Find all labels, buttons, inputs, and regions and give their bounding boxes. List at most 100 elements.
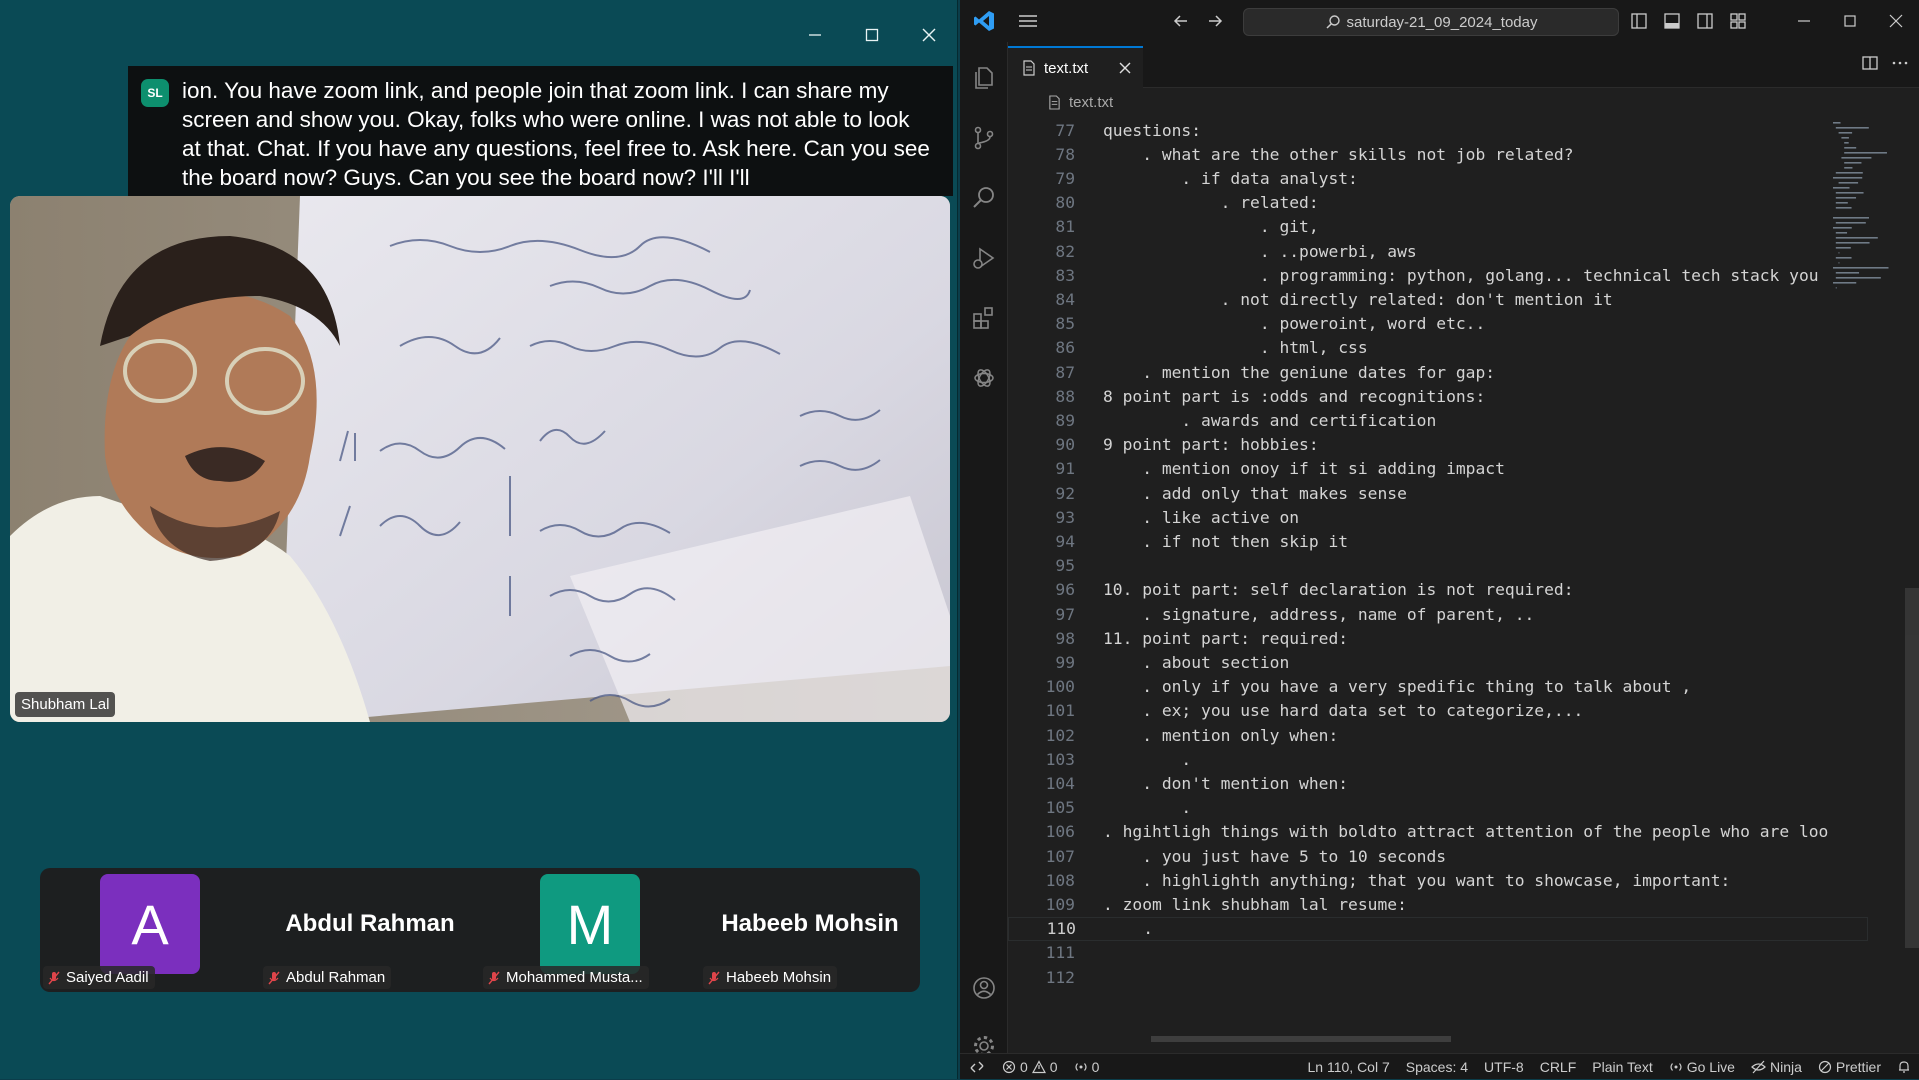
more-actions-button[interactable] <box>1891 54 1909 77</box>
editor-line[interactable]: 89 . awards and certification <box>1008 408 1868 432</box>
editor-line[interactable]: 100 . only if you have a very spedific t… <box>1008 675 1868 699</box>
accounts-button[interactable] <box>960 964 1008 1012</box>
line-number: 87 <box>1055 362 1075 382</box>
editor-line[interactable]: 84 . not directly related: don't mention… <box>1008 287 1868 311</box>
toggle-panel-button[interactable] <box>1658 8 1685 34</box>
tab-label: text.txt <box>1044 59 1089 77</box>
split-editor-button[interactable] <box>1861 54 1879 77</box>
editor-line[interactable]: 99 . about section <box>1008 650 1868 674</box>
command-center-search[interactable]: saturday-21_09_2024_today <box>1243 8 1619 36</box>
chatgpt-extension-button[interactable] <box>960 354 1008 402</box>
editor-line[interactable]: 98 11. point part: required: <box>1008 626 1868 650</box>
editor-line[interactable]: 108 . highlighth anything; that you want… <box>1008 868 1868 892</box>
vscode-close-button[interactable] <box>1873 0 1919 42</box>
prettier-button[interactable]: Prettier <box>1810 1059 1889 1075</box>
customize-layout-button[interactable] <box>1724 8 1751 34</box>
editor-line[interactable]: 87 . mention the geniune dates for gap: <box>1008 360 1868 384</box>
editor-line[interactable]: 78 . what are the other skills not job r… <box>1008 142 1868 166</box>
editor-line[interactable]: 95 <box>1008 554 1868 578</box>
participant-tile[interactable]: A Saiyed Aadil <box>40 868 260 992</box>
editor-line[interactable]: 88 8 point part is :odds and recognitions… <box>1008 384 1868 408</box>
maximize-button[interactable] <box>843 0 900 70</box>
editor-line[interactable]: 107 . you just have 5 to 10 seconds <box>1008 844 1868 868</box>
problems-indicator[interactable]: 0 0 <box>994 1059 1066 1075</box>
ports-indicator[interactable]: 0 <box>1066 1059 1108 1075</box>
caption-speaker-avatar: SL <box>141 79 169 107</box>
editor-line[interactable]: 96 10. poit part: self declaration is not… <box>1008 578 1868 602</box>
toggle-primary-sidebar-button[interactable] <box>1625 8 1652 34</box>
line-number: 112 <box>1045 967 1075 987</box>
notifications-button[interactable] <box>1889 1060 1919 1074</box>
line-text: . ..powerbi, aws <box>1103 241 1417 261</box>
line-number: 103 <box>1045 749 1075 769</box>
breadcrumb[interactable]: text.txt <box>1048 91 1113 113</box>
toggle-secondary-sidebar-button[interactable] <box>1691 8 1718 34</box>
editor-line[interactable]: 106 . hgihtligh things with boldto attrac… <box>1008 820 1868 844</box>
editor-line[interactable]: 83 . programming: python, golang... tech… <box>1008 263 1868 287</box>
vertical-scrollbar[interactable] <box>1905 588 1919 948</box>
mic-muted-icon <box>488 971 500 984</box>
vscode-minimize-button[interactable] <box>1781 0 1827 42</box>
editor-line[interactable]: 101 . ex; you use hard data set to categ… <box>1008 699 1868 723</box>
run-debug-button[interactable] <box>960 234 1008 282</box>
ninja-button[interactable]: Ninja <box>1743 1059 1810 1075</box>
minimap-line <box>1835 237 1878 239</box>
editor-line[interactable]: 104 . don't mention when: <box>1008 771 1868 795</box>
close-button[interactable] <box>900 0 957 70</box>
remote-indicator[interactable] <box>960 1054 994 1080</box>
participant-name: Habeeb Mohsin <box>726 969 832 986</box>
indentation[interactable]: Spaces: 4 <box>1398 1059 1476 1075</box>
participant-tile[interactable]: Abdul Rahman Abdul Rahman <box>260 868 480 992</box>
editor-line[interactable]: 97 . signature, address, name of parent,… <box>1008 602 1868 626</box>
end-of-line[interactable]: CRLF <box>1532 1059 1585 1075</box>
language-mode[interactable]: Plain Text <box>1584 1059 1660 1075</box>
cursor-position[interactable]: Ln 110, Col 7 <box>1300 1059 1398 1075</box>
minimap-line <box>1835 202 1848 204</box>
editor-line[interactable]: 79 . if data analyst: <box>1008 166 1868 190</box>
back-button[interactable] <box>1168 8 1194 34</box>
active-speaker-video[interactable]: Shubham Lal <box>10 196 950 722</box>
go-live-button[interactable]: Go Live <box>1661 1059 1743 1075</box>
editor-line[interactable]: 81 . git, <box>1008 215 1868 239</box>
editor-line[interactable]: 102 . mention only when: <box>1008 723 1868 747</box>
editor-line[interactable]: 85 . poweroint, word etc.. <box>1008 312 1868 336</box>
minimize-icon <box>1798 20 1810 22</box>
editor-line[interactable]: 80 . related: <box>1008 191 1868 215</box>
tab-close-button[interactable] <box>1117 60 1133 76</box>
editor-line[interactable]: 77 questions: <box>1008 118 1868 142</box>
extensions-button[interactable] <box>960 294 1008 342</box>
editor-line[interactable]: 94 . if not then skip it <box>1008 529 1868 553</box>
participant-display-name: Abdul Rahman <box>285 910 455 937</box>
editor-line[interactable]: 86 . html, css <box>1008 336 1868 360</box>
vscode-maximize-button[interactable] <box>1827 0 1873 42</box>
participant-tile[interactable]: M Mohammed Musta... <box>480 868 700 992</box>
participant-tile[interactable]: Habeeb Mohsin Habeeb Mohsin <box>700 868 920 992</box>
editor-line[interactable]: 112 <box>1008 965 1868 989</box>
minimap[interactable] <box>1829 118 1899 358</box>
editor-line[interactable]: 90 9 point part: hobbies: <box>1008 433 1868 457</box>
forward-button[interactable] <box>1202 8 1228 34</box>
minimize-button[interactable] <box>786 0 843 70</box>
file-encoding[interactable]: UTF-8 <box>1476 1059 1532 1075</box>
search-view-button[interactable] <box>960 174 1008 222</box>
editor-line[interactable]: 111 <box>1008 941 1868 965</box>
line-text: . not directly related: don't mention it <box>1103 289 1613 309</box>
line-number: 108 <box>1045 870 1075 890</box>
horizontal-scrollbar[interactable] <box>1151 1036 1451 1042</box>
editor-line[interactable]: 103 . <box>1008 747 1868 771</box>
code-editor[interactable]: 77 questions: 78 . what are the other skil… <box>1008 118 1919 1042</box>
editor-line[interactable]: 92 . add only that makes sense <box>1008 481 1868 505</box>
editor-line[interactable]: 109 . zoom link shubham lal resume: <box>1008 892 1868 916</box>
explorer-button[interactable] <box>960 54 1008 102</box>
editor-line[interactable]: 91 . mention onoy if it si adding impact <box>1008 457 1868 481</box>
editor-line[interactable]: 82 . ..powerbi, aws <box>1008 239 1868 263</box>
editor-line[interactable]: 110 . <box>1008 916 1868 941</box>
editor-line[interactable]: 105 . <box>1008 796 1868 820</box>
source-control-button[interactable] <box>960 114 1008 162</box>
error-icon <box>1002 1060 1016 1073</box>
editor-line[interactable]: 93 . like active on <box>1008 505 1868 529</box>
line-text: . if not then skip it <box>1103 531 1349 551</box>
participant-avatar: A <box>100 874 200 974</box>
menu-button[interactable] <box>1008 0 1048 42</box>
editor-tab[interactable]: text.txt <box>1008 46 1143 88</box>
